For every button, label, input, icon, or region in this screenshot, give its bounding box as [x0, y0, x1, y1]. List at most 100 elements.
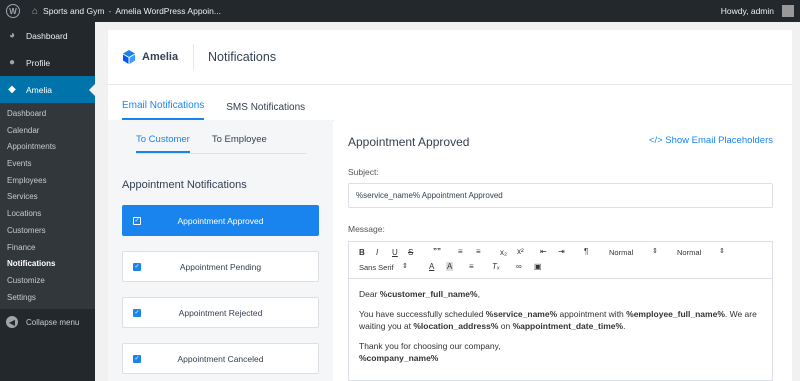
amelia-icon: ◆: [8, 84, 16, 95]
image-icon[interactable]: ▣: [534, 262, 542, 271]
submenu-item-notifications[interactable]: Notifications: [0, 256, 95, 273]
subject-input[interactable]: %service_name% Appointment Approved: [348, 183, 773, 208]
underline-button[interactable]: U: [392, 248, 398, 257]
chevron-updown-icon[interactable]: ⇕: [652, 247, 658, 255]
tab-sms-notifications[interactable]: SMS Notifications: [226, 102, 305, 120]
sidebar-item-amelia[interactable]: ◆ Amelia: [0, 76, 95, 103]
tab-to-employee[interactable]: To Employee: [212, 134, 267, 153]
customer-full-name-placeholder: %customer_full_name%: [379, 289, 478, 299]
collapse-menu-button[interactable]: ◀ Collapse menu: [0, 309, 95, 335]
submenu-item-customers[interactable]: Customers: [0, 223, 95, 240]
notification-item-label: Appointment Pending: [179, 261, 262, 272]
size-select[interactable]: Normal: [677, 248, 701, 257]
submenu-item-appointments[interactable]: Appointments: [0, 139, 95, 156]
location-address-placeholder: %location_address%: [413, 321, 499, 331]
superscript-button[interactable]: x²: [517, 247, 524, 256]
message-greeting: Dear %customer_full_name%,: [359, 289, 480, 299]
notification-item-label: Appointment Approved: [177, 215, 264, 226]
page-header: Amelia Notifications: [108, 30, 792, 85]
italic-button[interactable]: I: [376, 248, 378, 257]
admin-page-title: Amelia WordPress Appoin...: [115, 6, 221, 16]
service-name-placeholder: %service_name%: [485, 309, 558, 319]
speedometer-icon: ◕: [8, 30, 16, 41]
notification-type-tabs: Email Notifications SMS Notifications: [108, 85, 792, 121]
submenu-item-calendar[interactable]: Calendar: [0, 123, 95, 140]
link-icon[interactable]: ∞: [516, 262, 522, 271]
tab-to-customer[interactable]: To Customer: [136, 134, 190, 153]
amelia-submenu: Dashboard Calendar Appointments Events E…: [0, 103, 95, 310]
checkbox-checked-icon[interactable]: ✓: [133, 354, 141, 363]
bullet-list-icon[interactable]: ≡: [476, 247, 481, 256]
message-closing: Thank you for choosing our company, %comp…: [359, 341, 501, 363]
checkbox-checked-icon[interactable]: ✓: [133, 262, 141, 271]
notification-item-approved[interactable]: ✓ Appointment Approved: [122, 205, 319, 236]
background-color-icon[interactable]: A: [446, 262, 454, 271]
blockquote-button[interactable]: ””: [433, 247, 441, 256]
tab-email-notifications[interactable]: Email Notifications: [122, 100, 205, 120]
home-icon[interactable]: ⌂: [32, 6, 38, 17]
notifications-heading: Appointment Notifications: [122, 179, 247, 191]
notification-editor-panel: Appointment Approved </> Show Email Plac…: [334, 120, 792, 381]
chevron-updown-icon[interactable]: ⇕: [719, 247, 725, 255]
user-icon: ●: [8, 57, 16, 68]
notification-item-canceled[interactable]: ✓ Appointment Canceled: [122, 343, 319, 374]
submenu-item-finance[interactable]: Finance: [0, 240, 95, 257]
checkbox-checked-icon[interactable]: ✓: [133, 308, 141, 317]
checkbox-checked-icon[interactable]: ✓: [133, 216, 141, 225]
submenu-item-services[interactable]: Services: [0, 189, 95, 206]
page-title: Notifications: [208, 50, 277, 64]
wordpress-logo-icon[interactable]: W: [6, 4, 20, 18]
notification-item-label: Appointment Rejected: [178, 307, 263, 318]
sidebar-item-profile[interactable]: ● Profile: [0, 49, 95, 76]
howdy-user[interactable]: Howdy, admin: [721, 6, 774, 16]
notification-item-pending[interactable]: ✓ Appointment Pending: [122, 251, 319, 282]
recipient-tabs: To Customer To Employee: [136, 134, 306, 154]
outdent-icon[interactable]: ⇤: [540, 247, 547, 256]
chevron-updown-icon[interactable]: ⇕: [402, 262, 408, 270]
brand-name: Amelia: [142, 51, 179, 63]
text-color-icon[interactable]: A: [429, 262, 434, 271]
title-separator: -: [108, 6, 112, 16]
submenu-item-dashboard[interactable]: Dashboard: [0, 106, 95, 123]
strike-button[interactable]: S: [408, 248, 413, 257]
show-email-placeholders-link[interactable]: </> Show Email Placeholders: [649, 135, 773, 146]
notification-item-label: Appointment Canceled: [177, 353, 264, 364]
sidebar-item-label: Dashboard: [26, 30, 68, 41]
subscript-button[interactable]: x₂: [500, 248, 507, 257]
amelia-logo-icon: [123, 50, 135, 64]
notifications-card: Amelia Notifications Email Notifications…: [108, 30, 792, 381]
bold-button[interactable]: B: [359, 248, 365, 257]
sidebar-item-dashboard[interactable]: ◕ Dashboard: [0, 22, 95, 49]
submenu-item-settings[interactable]: Settings: [0, 290, 95, 307]
subject-label: Subject:: [348, 167, 379, 177]
appointment-date-time-placeholder: %appointment_date_time%: [512, 321, 624, 331]
text-direction-button[interactable]: ¶: [584, 247, 588, 256]
employee-full-name-placeholder: %employee_full_name%: [626, 309, 725, 319]
notification-item-rejected[interactable]: ✓ Appointment Rejected: [122, 297, 319, 328]
message-label: Message:: [348, 224, 385, 234]
collapse-label: Collapse menu: [26, 317, 80, 327]
admin-sidebar: ◕ Dashboard ● Profile ◆ Amelia Dashboard…: [0, 22, 95, 381]
align-icon[interactable]: ≡: [469, 262, 474, 271]
collapse-arrow-icon: ◀: [6, 316, 18, 329]
site-title[interactable]: Sports and Gym: [43, 6, 104, 16]
submenu-item-employees[interactable]: Employees: [0, 173, 95, 190]
font-select[interactable]: Sans Serif: [359, 263, 394, 272]
submenu-item-customize[interactable]: Customize: [0, 273, 95, 290]
heading-select[interactable]: Normal: [609, 248, 633, 257]
brand: Amelia: [108, 44, 194, 70]
notification-title: Appointment Approved: [348, 135, 470, 149]
submenu-item-events[interactable]: Events: [0, 156, 95, 173]
clear-format-icon[interactable]: Tₓ: [492, 262, 500, 271]
sidebar-item-label: Amelia: [26, 84, 52, 95]
indent-icon[interactable]: ⇥: [558, 247, 565, 256]
avatar[interactable]: [782, 5, 794, 17]
message-body-paragraph: You have successfully scheduled %service…: [359, 309, 757, 331]
notification-list-panel: To Customer To Employee Appointment Noti…: [108, 120, 333, 381]
ordered-list-icon[interactable]: ≡: [458, 247, 463, 256]
message-body[interactable]: Dear %customer_full_name%, You have succ…: [349, 279, 772, 381]
message-editor: B I U S ”” ≡ ≡ x₂ x² ⇤ ⇥ ¶ Normal ⇕ Norm…: [348, 241, 773, 381]
editor-toolbar: B I U S ”” ≡ ≡ x₂ x² ⇤ ⇥ ¶ Normal ⇕ Norm…: [349, 242, 772, 279]
admin-bar: W ⌂ Sports and Gym - Amelia WordPress Ap…: [0, 0, 800, 22]
submenu-item-locations[interactable]: Locations: [0, 206, 95, 223]
